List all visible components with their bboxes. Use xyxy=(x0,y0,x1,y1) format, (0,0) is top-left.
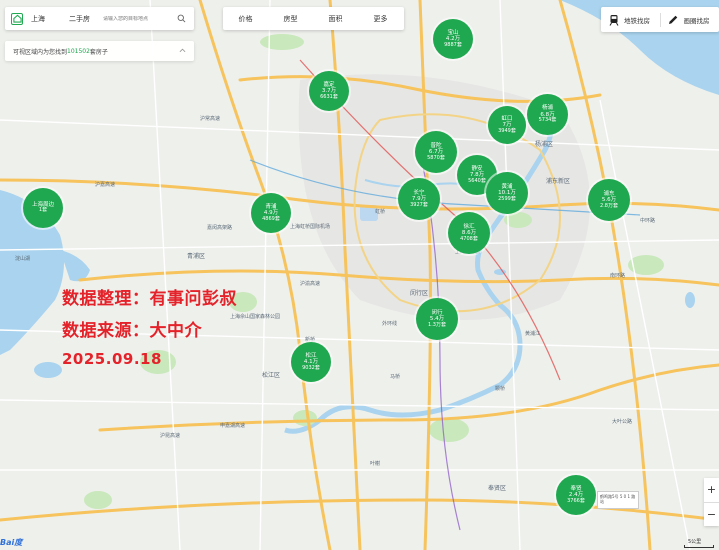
filter-room-type[interactable]: 房型 xyxy=(268,14,313,24)
map-label: 沪嘉高速 xyxy=(95,181,115,188)
metro-search-button[interactable]: 地铁找房 xyxy=(601,7,660,32)
overlay-date: 2025.09.18 xyxy=(62,350,162,368)
draw-search-label: 画圈找房 xyxy=(683,16,710,25)
map-label: 松江区 xyxy=(262,371,280,379)
result-prefix: 可视区域内为您找到 xyxy=(13,48,68,56)
district-count: 4708套 xyxy=(460,235,478,242)
top-right-toolbar: 地铁找房 画圈找房 xyxy=(601,7,719,32)
district-bubble-huangpu[interactable]: 黄浦 10.1万 2599套 xyxy=(486,172,528,214)
base-map[interactable]: 杨浦区 浦东新区 青浦区 松江区 闵行区 奉贤区 上海虹桥国际机场 沪嘉高速 沪… xyxy=(0,0,719,550)
map-label: 沪常高速 xyxy=(200,115,220,122)
map-label: 浦东新区 xyxy=(546,177,570,185)
district-bubble-minhang[interactable]: 闵行 5.4万 1.3万套 xyxy=(416,298,458,340)
district-count: 1套 xyxy=(38,207,48,214)
district-count: 3766套 xyxy=(567,497,585,504)
district-count: 5870套 xyxy=(427,154,445,161)
overlay-data-credit: 数据整理：有事问彭叔 xyxy=(62,289,237,309)
district-bubble-hongkou[interactable]: 虹口 7万 3949套 xyxy=(488,106,526,144)
pencil-icon xyxy=(669,15,678,24)
district-count: 2.8万套 xyxy=(600,202,618,209)
map-label: 淀山湖 xyxy=(15,255,30,262)
home-icon[interactable] xyxy=(11,12,23,25)
district-count: 2599套 xyxy=(498,195,516,202)
district-bubble-baoshan[interactable]: 宝山 4.2万 9887套 xyxy=(433,19,473,59)
zoom-control: + − xyxy=(704,478,719,526)
city-selector[interactable]: 上海 xyxy=(31,14,69,24)
map-label: 大叶公路 xyxy=(612,418,632,425)
metro-search-label: 地铁找房 xyxy=(624,16,650,25)
zoom-in-button[interactable]: + xyxy=(704,478,719,502)
search-icon[interactable] xyxy=(176,14,186,24)
chevron-up-icon[interactable] xyxy=(179,47,186,54)
map-label: 颛桥 xyxy=(495,385,505,392)
result-suffix: 套房子 xyxy=(89,48,108,56)
district-count: 9887套 xyxy=(444,41,462,48)
draw-search-button[interactable]: 画圈找房 xyxy=(660,7,719,32)
map-label: 青浦区 xyxy=(187,252,205,260)
district-bubble-xuhui[interactable]: 徐汇 8.6万 4708套 xyxy=(448,212,490,254)
scale-label: 5公里 xyxy=(688,539,702,545)
filter-more[interactable]: 更多 xyxy=(358,14,403,24)
district-count: 9032套 xyxy=(302,364,320,371)
map-label: 杨浦区 xyxy=(535,140,553,148)
district-bubble-songjiang[interactable]: 松江 4.1万 9032套 xyxy=(291,342,331,382)
district-count: 5734套 xyxy=(538,117,557,124)
station-tooltip: 鹤鸣路5号 5 0 1 路站 xyxy=(597,491,639,509)
district-bubble-pudong[interactable]: 浦东 5.6万 2.8万套 xyxy=(588,179,630,221)
map-label: 奉贤区 xyxy=(488,484,506,492)
map-label: 叶榭 xyxy=(370,460,380,467)
map-label: 外环线 xyxy=(382,320,397,327)
map-label: 闵行区 xyxy=(410,289,428,297)
district-bubble-qingpu[interactable]: 青浦 4.9万 4869套 xyxy=(251,193,291,233)
scale-bar xyxy=(684,545,714,548)
map-label: 上海虹桥国际机场 xyxy=(290,223,330,230)
district-count: 4869套 xyxy=(262,215,280,222)
district-bubble-yangpu[interactable]: 杨浦 6.8万 5734套 xyxy=(527,94,568,135)
map-label: 嘉闵高架路 xyxy=(207,224,232,231)
district-count: 3927套 xyxy=(410,201,428,208)
district-bubble-changning[interactable]: 长宁 7.9万 3927套 xyxy=(398,178,440,220)
filter-area[interactable]: 面积 xyxy=(313,14,358,24)
map-label: 虹桥 xyxy=(375,208,385,215)
map-label: 黄浦江 xyxy=(525,330,540,337)
district-count: 3949套 xyxy=(498,127,516,134)
result-summary: 可视区域内为您找到 101502 套房子 xyxy=(5,41,194,61)
map-label: 沪渝高速 xyxy=(300,280,320,287)
district-bubble-shanghai-suburbs[interactable]: 上海周边 1套 xyxy=(23,188,63,228)
map-label: 申嘉湖高速 xyxy=(220,422,245,429)
map-label: 中环路 xyxy=(640,217,655,224)
district-bubble-fengxian[interactable]: 奉贤 2.4万 3766套 xyxy=(556,475,596,515)
district-count: 6631套 xyxy=(320,93,338,100)
map-label: 马桥 xyxy=(390,373,400,380)
map-label: 南环路 xyxy=(610,272,625,279)
map-label: 沪昆高速 xyxy=(160,432,180,439)
district-count: 1.3万套 xyxy=(428,321,446,328)
district-bubble-jiading[interactable]: 嘉定 3.7万 6631套 xyxy=(309,71,349,111)
metro-icon xyxy=(609,14,619,26)
filter-bar: 价格 房型 面积 更多 xyxy=(223,7,404,30)
search-input[interactable] xyxy=(103,15,171,22)
zoom-out-button[interactable]: − xyxy=(704,503,719,527)
search-bar: 上海 二手房 xyxy=(5,7,194,30)
overlay-data-source: 数据来源：大中介 xyxy=(62,321,202,341)
filter-price[interactable]: 价格 xyxy=(223,14,268,24)
district-bubble-putuo[interactable]: 普陀 6.7万 5870套 xyxy=(415,131,457,173)
result-count: 101502 xyxy=(67,47,90,55)
map-label: 上海佘山国家森林公园 xyxy=(230,313,280,320)
district-count: 5640套 xyxy=(468,177,486,184)
house-type-selector[interactable]: 二手房 xyxy=(69,14,103,24)
map-logo: Bai度 xyxy=(0,538,23,547)
